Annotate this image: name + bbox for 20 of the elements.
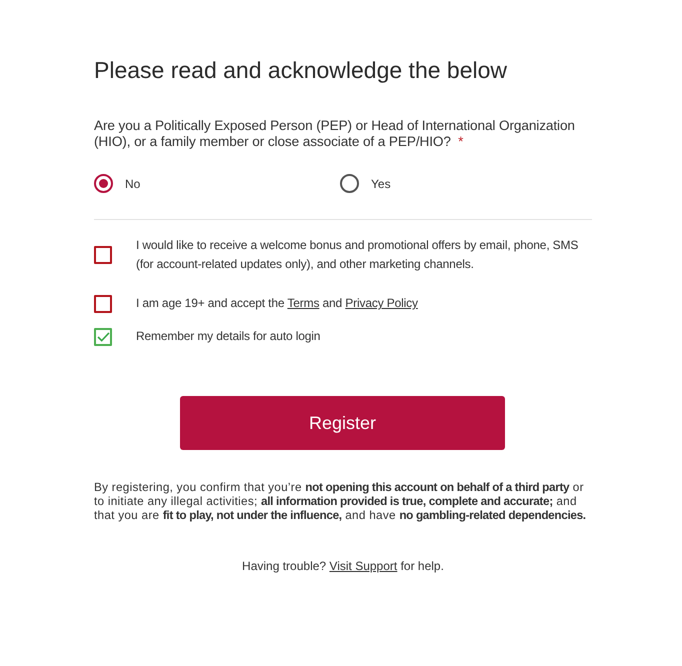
page-heading: Please read and acknowledge the below <box>94 56 508 85</box>
support-link[interactable]: Visit Support <box>329 559 398 573</box>
radio-button[interactable] <box>340 174 359 193</box>
help-text: Having trouble? Visit Support for help. <box>241 559 445 573</box>
consent-text[interactable]: Remember my details for auto login <box>136 327 320 346</box>
pep-question: Are you a Politically Exposed Person (PEP) or Head of International Organization (HIO), or a family member or close associate of a PEP/HIO? * <box>94 118 576 150</box>
consent-link[interactable]: Terms <box>287 296 320 310</box>
radio-label[interactable]: No <box>125 176 140 190</box>
checkbox[interactable] <box>94 328 112 346</box>
required-asterisk: * <box>458 134 464 149</box>
consent-text[interactable]: I would like to receive a welcome bonus and promotional offers by email, phone, SMS (for account-related updates only), and other marketing channels. <box>136 236 592 274</box>
checkmark-icon <box>96 332 110 342</box>
disclaimer-text: By registering, you confirm that you’re not opening this account on behalf of a third party or to initiate any illegal activities; all information provided is true, complete and accurate; and that you are fit to play, not under the influence, and have no gambling-related dependencies. <box>94 480 587 522</box>
radio-button[interactable] <box>94 174 113 193</box>
checkbox[interactable] <box>94 246 112 264</box>
checkbox[interactable] <box>94 294 112 312</box>
radio-label[interactable]: Yes <box>371 176 391 190</box>
consent-link[interactable]: Privacy Policy <box>345 296 418 310</box>
register-button[interactable]: Register <box>180 396 505 450</box>
consent-text[interactable]: I am age 19+ and accept the Terms and Privacy Policy <box>136 294 418 313</box>
